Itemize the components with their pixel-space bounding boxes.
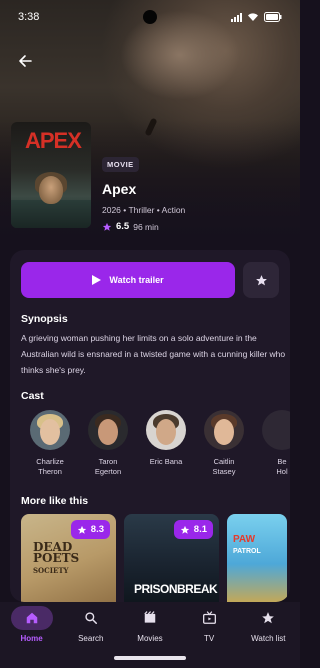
nav-label: TV — [204, 634, 215, 643]
star-icon — [255, 274, 267, 285]
movie-runtime: 96 min — [133, 221, 159, 232]
avatar — [88, 410, 128, 450]
status-bar: 3:38 — [0, 0, 300, 34]
watch-trailer-button[interactable]: Watch trailer — [21, 262, 235, 298]
avatar — [204, 410, 244, 450]
status-icons — [231, 12, 282, 22]
rating-badge: 8.3 — [70, 520, 110, 539]
nav-label: Watch list — [251, 634, 286, 643]
arrow-left-icon — [19, 55, 32, 67]
cast-name: Caitlin Stasey — [212, 457, 236, 476]
details-card: Watch trailer Synopsis A grieving woman … — [10, 250, 290, 602]
cast-member[interactable]: Taron Egerton — [79, 410, 137, 477]
recommendation-tile[interactable]: DEAD POETS SOCIETY 8.3 — [21, 514, 116, 602]
nav-search[interactable]: Search — [62, 606, 120, 643]
nav-watch-list[interactable]: Watch list — [239, 606, 297, 643]
battery-icon — [264, 12, 282, 22]
nav-tv[interactable]: TV — [180, 606, 238, 643]
signal-icon — [231, 12, 242, 22]
avatar — [262, 410, 290, 450]
status-time: 3:38 — [18, 11, 40, 23]
tv-icon — [202, 611, 216, 624]
movie-title: Apex — [102, 181, 137, 197]
nav-home[interactable]: Home — [3, 606, 61, 643]
watch-trailer-label: Watch trailer — [109, 275, 164, 285]
home-indicator[interactable] — [114, 656, 186, 660]
camera-cutout — [143, 10, 157, 24]
home-icon — [26, 612, 37, 624]
star-icon — [77, 525, 86, 534]
type-chip: MOVIE — [102, 157, 139, 172]
avatar — [30, 410, 70, 450]
movie-meta: MOVIE Apex 2026 • Thriller • Action 6.5 … — [102, 154, 185, 232]
poster-text: PAW PATROL — [233, 534, 261, 555]
search-icon — [85, 612, 97, 625]
more-like-this-list: DEAD POETS SOCIETY 8.3 PRISONBREAK 8.1 PAW… — [21, 514, 287, 602]
cast-heading: Cast — [21, 390, 44, 402]
cast-member[interactable]: Charlize Theron — [21, 410, 79, 477]
add-to-watchlist-button[interactable] — [243, 262, 279, 298]
cast-name: Eric Bana — [149, 457, 183, 466]
cast-list: Charlize Theron Taron Egerton Eric Bana Ca… — [21, 410, 290, 477]
play-icon — [92, 275, 102, 285]
star-icon — [262, 612, 275, 624]
cast-member[interactable]: Eric Bana — [137, 410, 195, 477]
recommendation-tile[interactable]: PAW PATROL — [227, 514, 287, 602]
back-button[interactable] — [14, 50, 36, 72]
movie-subtitle: 2026 • Thriller • Action — [102, 205, 186, 215]
cast-name: Taron Egerton — [94, 457, 122, 476]
star-icon — [180, 525, 189, 534]
wifi-icon — [248, 13, 258, 21]
nav-label: Home — [20, 634, 43, 643]
nav-label: Movies — [137, 634, 163, 643]
poster-water — [11, 200, 91, 228]
recommendation-tile[interactable]: PRISONBREAK 8.1 — [124, 514, 219, 602]
rating-badge: 8.1 — [173, 520, 213, 539]
poster-text: DEAD POETS SOCIETY — [33, 540, 80, 575]
cast-name: Be Hol — [276, 457, 288, 476]
synopsis-text: A grieving woman pushing her limits on a… — [21, 333, 286, 375]
synopsis-heading: Synopsis — [21, 313, 68, 325]
movie-rating: 6.5 — [116, 221, 130, 232]
more-like-this-heading: More like this — [21, 495, 89, 507]
movie-poster: APEX — [11, 122, 91, 228]
star-icon — [102, 222, 112, 231]
cast-member[interactable]: Caitlin Stasey — [195, 410, 253, 477]
movie-rating-row: 6.5 96 min — [102, 221, 185, 232]
cast-name: Charlize Theron — [36, 457, 64, 476]
avatar — [146, 410, 186, 450]
poster-figure-face — [39, 176, 63, 204]
movies-icon — [144, 611, 156, 623]
poster-title: APEX — [25, 128, 82, 153]
poster-text: PRISONBREAK — [134, 582, 218, 596]
nav-movies[interactable]: Movies — [121, 606, 179, 643]
nav-label: Search — [78, 634, 104, 643]
cast-member[interactable]: Be Hol — [253, 410, 290, 477]
